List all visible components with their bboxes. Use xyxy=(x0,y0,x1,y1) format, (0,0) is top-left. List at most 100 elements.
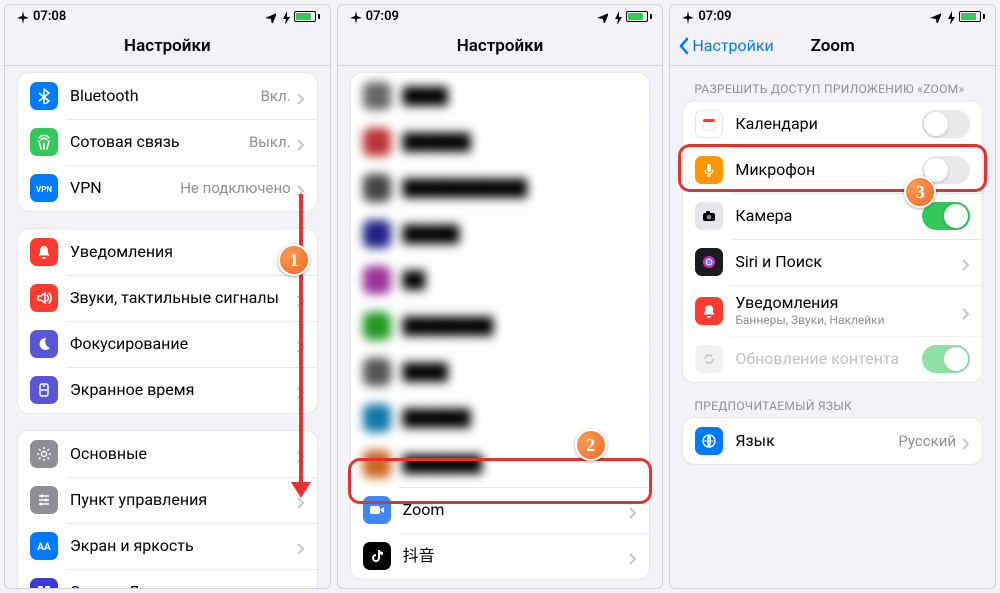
nav-title: Zoom xyxy=(811,36,855,56)
tiktok-icon xyxy=(363,542,391,570)
blurred-app-row: ███████████ xyxy=(351,165,650,211)
chevron-icon xyxy=(297,586,305,588)
row-home-screen[interactable]: Экран «Дом» xyxy=(18,569,317,588)
nav-bar: Настройки Zoom xyxy=(670,26,995,66)
nav-title: Настройки xyxy=(124,36,211,56)
status-time: 07:09 xyxy=(366,9,399,24)
location-icon xyxy=(264,11,276,23)
speaker-icon xyxy=(30,284,58,312)
row-zoom[interactable]: Zoom xyxy=(351,487,650,533)
nav-title: Настройки xyxy=(457,36,544,56)
group-notifications: Уведомления Звуки, тактильные сигналы Фо… xyxy=(17,228,318,414)
row-general[interactable]: Основные xyxy=(18,431,317,477)
globe-icon xyxy=(695,427,723,455)
row-control-center[interactable]: Пункт управления xyxy=(18,477,317,523)
row-vpn[interactable]: VPN Не подключено xyxy=(18,165,317,211)
battery-icon xyxy=(294,11,320,22)
row-focus[interactable]: Фокусирование xyxy=(18,321,317,367)
group-general: Основные Пункт управления Экран и яркост… xyxy=(17,430,318,588)
status-bar: 07:09 xyxy=(670,5,995,26)
sliders-icon xyxy=(30,486,58,514)
charging-icon xyxy=(280,10,290,24)
bell-icon xyxy=(30,238,58,266)
app-list[interactable]: ████ ██████ ███████████ █████ ██ ███████… xyxy=(338,66,663,588)
row-bluetooth[interactable]: Bluetooth Вкл. xyxy=(18,73,317,119)
blurred-app-row: ██ xyxy=(351,257,650,303)
row-display[interactable]: Экран и яркость xyxy=(18,523,317,569)
airplane-icon xyxy=(15,10,29,24)
row-camera[interactable]: Камера xyxy=(683,193,982,239)
status-time: 07:08 xyxy=(33,9,66,24)
toggle-calendars[interactable] xyxy=(922,110,970,138)
location-icon xyxy=(929,11,941,23)
zoom-icon xyxy=(363,496,391,524)
row-background-refresh[interactable]: Обновление контента xyxy=(683,336,982,382)
section-allow-access: РАЗРЕШИТЬ ДОСТУП ПРИЛОЖЕНИЮ «ZOOM» xyxy=(694,82,971,96)
location-icon xyxy=(596,11,608,23)
chevron-icon xyxy=(962,435,970,447)
blurred-app-row: ████ xyxy=(351,73,650,119)
siri-icon xyxy=(695,248,723,276)
row-screentime[interactable]: Экранное время xyxy=(18,367,317,413)
airplane-icon xyxy=(680,10,694,24)
nav-bar: Настройки xyxy=(338,26,663,66)
airplane-icon xyxy=(348,10,362,24)
charging-icon xyxy=(612,10,622,24)
row-language[interactable]: Язык Русский xyxy=(683,418,982,464)
row-calendars[interactable]: Календари xyxy=(683,101,982,147)
gear-icon xyxy=(30,440,58,468)
status-bar: 07:08 xyxy=(5,5,330,26)
grid-icon xyxy=(30,578,58,588)
row-siri[interactable]: Siri и Поиск xyxy=(683,239,982,285)
group-apps-blurred: ████ ██████ ███████████ █████ ██ ███████… xyxy=(350,72,651,580)
chevron-icon xyxy=(629,504,637,516)
nav-back-button[interactable]: Настройки xyxy=(678,36,773,55)
row-microphone[interactable]: Микрофон xyxy=(683,147,982,193)
settings-list[interactable]: Bluetooth Вкл. Сотовая связь Выкл. VPN Н… xyxy=(5,66,330,588)
bluetooth-icon xyxy=(30,82,58,110)
chevron-icon xyxy=(297,136,305,148)
aa-icon xyxy=(30,532,58,560)
row-notifications[interactable]: Уведомления xyxy=(18,229,317,275)
chevron-icon xyxy=(629,550,637,562)
row-cellular[interactable]: Сотовая связь Выкл. xyxy=(18,119,317,165)
battery-icon xyxy=(626,11,652,22)
refresh-icon xyxy=(695,345,723,373)
microphone-icon xyxy=(695,156,723,184)
section-preferred-language: ПРЕДПОЧИТАЕМЫЙ ЯЗЫК xyxy=(694,399,971,413)
chevron-icon xyxy=(297,90,305,102)
row-app-notifications[interactable]: Уведомления Баннеры, Звуки, Наклейки xyxy=(683,285,982,336)
chevron-icon xyxy=(962,305,970,317)
vpn-icon xyxy=(30,174,58,202)
battery-icon xyxy=(959,11,985,22)
antenna-icon xyxy=(30,128,58,156)
group-language: Язык Русский xyxy=(682,417,983,465)
toggle-camera[interactable] xyxy=(922,202,970,230)
chevron-icon xyxy=(297,182,305,194)
row-douyin[interactable]: 抖音 xyxy=(351,533,650,579)
blurred-app-row: ████████ xyxy=(351,303,650,349)
charging-icon xyxy=(945,10,955,24)
blurred-app-row: █████ xyxy=(351,211,650,257)
step-badge-1: 1 xyxy=(278,244,310,276)
zoom-permissions[interactable]: РАЗРЕШИТЬ ДОСТУП ПРИЛОЖЕНИЮ «ZOOM» Кален… xyxy=(670,66,995,588)
status-time: 07:09 xyxy=(698,9,731,24)
calendar-icon xyxy=(695,110,723,138)
screen-3-zoom-settings: 07:09 Настройки Zoom РАЗРЕШИТЬ ДОСТУП ПР… xyxy=(669,4,996,589)
camera-icon xyxy=(695,202,723,230)
toggle-background-refresh[interactable] xyxy=(922,345,970,373)
row-sounds[interactable]: Звуки, тактильные сигналы xyxy=(18,275,317,321)
status-bar: 07:09 xyxy=(338,5,663,26)
bell-icon xyxy=(695,297,723,325)
screen-1-settings: 07:08 Настройки Bluetooth Вкл. Сотовая с… xyxy=(4,4,331,589)
group-permissions: Календари Микрофон Камера Siri и Поиск xyxy=(682,100,983,383)
nav-bar: Настройки xyxy=(5,26,330,66)
group-connectivity: Bluetooth Вкл. Сотовая связь Выкл. VPN Н… xyxy=(17,72,318,212)
blurred-app-row: ████ xyxy=(351,349,650,395)
chevron-icon xyxy=(962,256,970,268)
chevron-left-icon xyxy=(678,37,690,55)
blurred-app-row: ██████ xyxy=(351,119,650,165)
step-badge-2: 2 xyxy=(575,429,607,461)
chevron-icon xyxy=(297,540,305,552)
hourglass-icon xyxy=(30,376,58,404)
